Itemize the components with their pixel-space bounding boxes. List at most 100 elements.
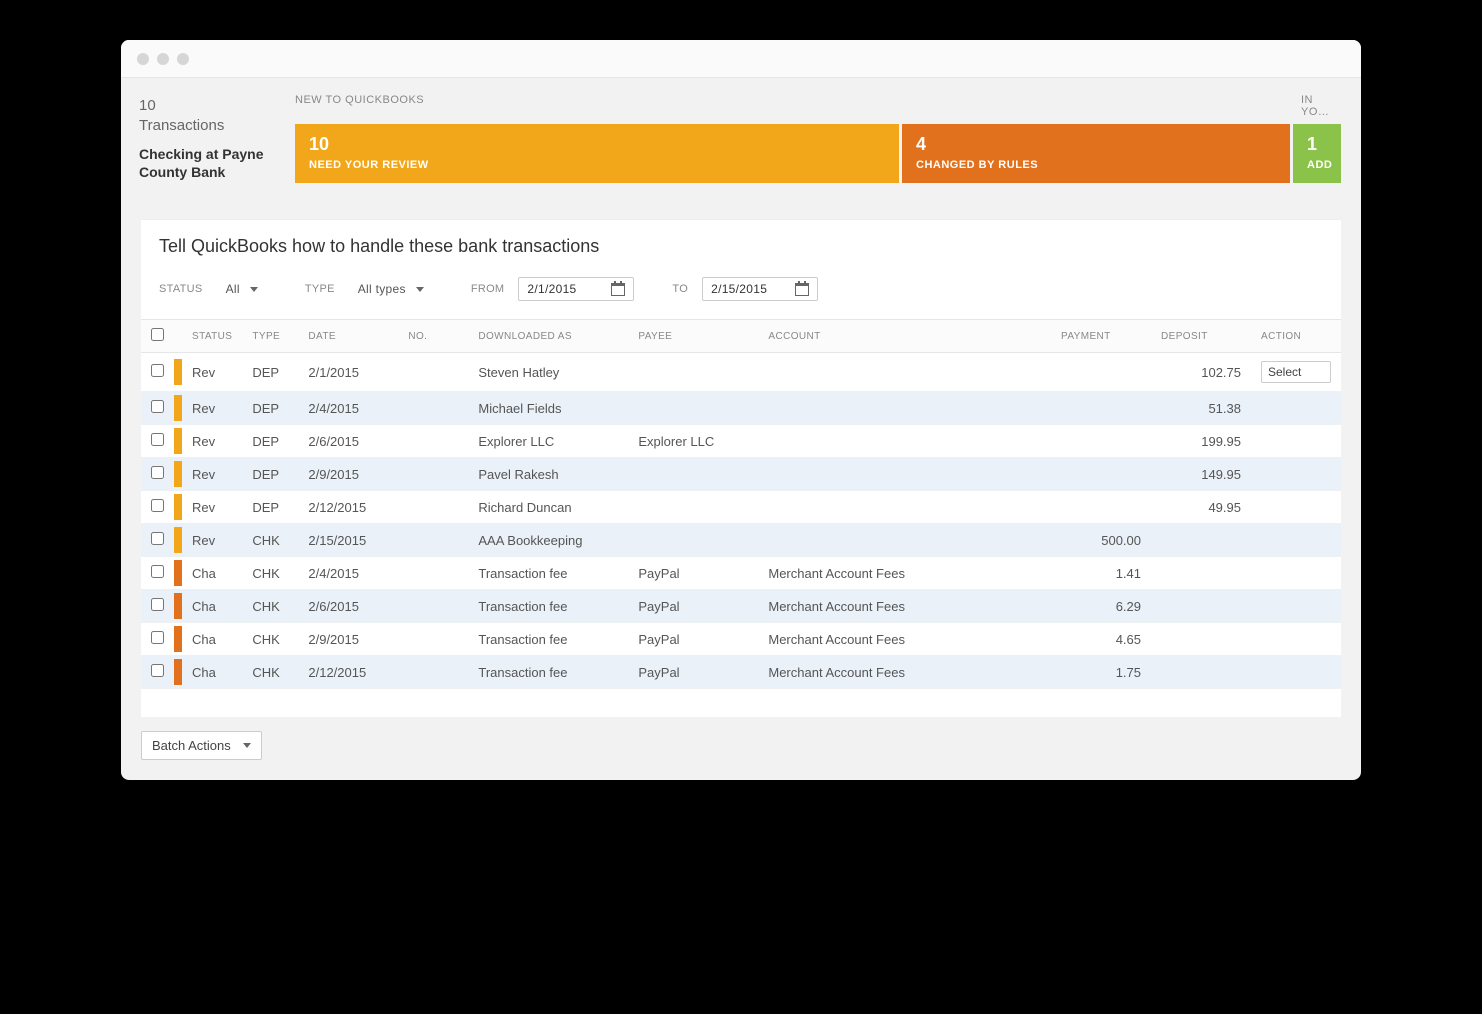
cell-action bbox=[1251, 491, 1341, 524]
cell-downloaded-as: Transaction fee bbox=[468, 557, 628, 590]
col-type[interactable]: TYPE bbox=[242, 320, 298, 353]
table-row[interactable]: RevDEP2/1/2015Steven Hatley102.75Select bbox=[141, 353, 1341, 392]
cell-type: CHK bbox=[242, 524, 298, 557]
cell-payee bbox=[628, 353, 758, 392]
cell-payee: Explorer LLC bbox=[628, 425, 758, 458]
col-date[interactable]: DATE bbox=[298, 320, 398, 353]
row-checkbox[interactable] bbox=[151, 565, 164, 578]
chevron-down-icon bbox=[250, 287, 258, 292]
col-action: ACTION bbox=[1251, 320, 1341, 353]
filter-type-select[interactable]: All types bbox=[349, 277, 433, 301]
col-payment[interactable]: PAYMENT bbox=[1051, 320, 1151, 353]
cell-status: Rev bbox=[182, 458, 242, 491]
cell-account: Merchant Account Fees bbox=[758, 590, 1051, 623]
table-row[interactable]: RevDEP2/9/2015Pavel Rakesh149.95 bbox=[141, 458, 1341, 491]
cell-downloaded-as: Transaction fee bbox=[468, 623, 628, 656]
row-checkbox[interactable] bbox=[151, 499, 164, 512]
cell-payee bbox=[628, 524, 758, 557]
status-color-bar bbox=[174, 461, 182, 487]
table-row[interactable]: RevCHK2/15/2015AAA Bookkeeping500.00 bbox=[141, 524, 1341, 557]
tab-add[interactable]: 1 ADD bbox=[1293, 124, 1341, 183]
col-deposit[interactable]: DEPOSIT bbox=[1151, 320, 1251, 353]
table-row[interactable]: ChaCHK2/4/2015Transaction feePayPalMerch… bbox=[141, 557, 1341, 590]
cell-downloaded-as: Transaction fee bbox=[468, 590, 628, 623]
cell-deposit bbox=[1151, 656, 1251, 689]
filter-to-date[interactable]: 2/15/2015 bbox=[702, 277, 818, 301]
cell-action bbox=[1251, 425, 1341, 458]
row-checkbox[interactable] bbox=[151, 400, 164, 413]
calendar-icon bbox=[611, 283, 625, 296]
cell-no bbox=[398, 524, 468, 557]
cell-deposit: 199.95 bbox=[1151, 425, 1251, 458]
cell-action bbox=[1251, 392, 1341, 425]
cell-payee bbox=[628, 491, 758, 524]
cell-payment bbox=[1051, 491, 1151, 524]
transaction-count-label: Transactions bbox=[139, 117, 224, 134]
row-checkbox[interactable] bbox=[151, 364, 164, 377]
tab-need-review[interactable]: 10 NEED YOUR REVIEW bbox=[295, 124, 899, 183]
cell-type: CHK bbox=[242, 656, 298, 689]
row-checkbox[interactable] bbox=[151, 664, 164, 677]
cell-date: 2/12/2015 bbox=[298, 491, 398, 524]
cell-account: Merchant Account Fees bbox=[758, 557, 1051, 590]
col-status[interactable]: STATUS bbox=[182, 320, 242, 353]
cell-action bbox=[1251, 623, 1341, 656]
cell-status: Cha bbox=[182, 656, 242, 689]
cell-downloaded-as: Steven Hatley bbox=[468, 353, 628, 392]
cell-payment: 1.41 bbox=[1051, 557, 1151, 590]
transaction-count-number: 10 bbox=[139, 97, 156, 114]
chevron-down-icon bbox=[243, 743, 251, 748]
row-checkbox[interactable] bbox=[151, 598, 164, 611]
cell-status: Cha bbox=[182, 557, 242, 590]
table-row[interactable]: RevDEP2/4/2015Michael Fields51.38 bbox=[141, 392, 1341, 425]
tab-add-label: ADD bbox=[1307, 159, 1327, 171]
cell-type: CHK bbox=[242, 590, 298, 623]
transaction-count: 10 Transactions bbox=[139, 96, 269, 135]
table-row[interactable]: RevDEP2/6/2015Explorer LLCExplorer LLC19… bbox=[141, 425, 1341, 458]
col-payee[interactable]: PAYEE bbox=[628, 320, 758, 353]
window-minimize-icon[interactable] bbox=[157, 53, 169, 65]
cell-deposit: 102.75 bbox=[1151, 353, 1251, 392]
cell-payment bbox=[1051, 392, 1151, 425]
filter-type-value: All types bbox=[358, 282, 406, 296]
table-row[interactable]: RevDEP2/12/2015Richard Duncan49.95 bbox=[141, 491, 1341, 524]
app-window: 10 Transactions Checking at Payne County… bbox=[121, 40, 1361, 780]
tab-add-count: 1 bbox=[1307, 134, 1327, 155]
batch-actions-label: Batch Actions bbox=[152, 738, 231, 753]
filter-status-select[interactable]: All bbox=[217, 277, 267, 301]
cell-action bbox=[1251, 590, 1341, 623]
row-checkbox[interactable] bbox=[151, 466, 164, 479]
window-close-icon[interactable] bbox=[137, 53, 149, 65]
col-account[interactable]: ACCOUNT bbox=[758, 320, 1051, 353]
cell-type: DEP bbox=[242, 425, 298, 458]
filter-to-value: 2/15/2015 bbox=[711, 282, 767, 296]
cell-no bbox=[398, 557, 468, 590]
table-row[interactable]: ChaCHK2/9/2015Transaction feePayPalMerch… bbox=[141, 623, 1341, 656]
cell-status: Rev bbox=[182, 353, 242, 392]
col-no[interactable]: NO. bbox=[398, 320, 468, 353]
col-downloaded-as[interactable]: DOWNLOADED AS bbox=[468, 320, 628, 353]
status-tabs-labels: NEW TO QUICKBOOKS IN YO… bbox=[295, 94, 1341, 118]
row-checkbox[interactable] bbox=[151, 631, 164, 644]
transactions-panel: Tell QuickBooks how to handle these bank… bbox=[141, 219, 1341, 717]
cell-type: CHK bbox=[242, 557, 298, 590]
cell-downloaded-as: Michael Fields bbox=[468, 392, 628, 425]
table-row[interactable]: ChaCHK2/6/2015Transaction feePayPalMerch… bbox=[141, 590, 1341, 623]
filter-status-value: All bbox=[226, 282, 240, 296]
cell-no bbox=[398, 656, 468, 689]
select-all-checkbox[interactable] bbox=[151, 328, 164, 341]
table-row[interactable]: ChaCHK2/12/2015Transaction feePayPalMerc… bbox=[141, 656, 1341, 689]
tab-need-review-count: 10 bbox=[309, 134, 885, 155]
cell-status: Cha bbox=[182, 623, 242, 656]
filter-from-date[interactable]: 2/1/2015 bbox=[518, 277, 634, 301]
cell-payee bbox=[628, 392, 758, 425]
row-checkbox[interactable] bbox=[151, 433, 164, 446]
row-action-select[interactable]: Select bbox=[1261, 361, 1331, 383]
cell-deposit: 51.38 bbox=[1151, 392, 1251, 425]
cell-account: Merchant Account Fees bbox=[758, 656, 1051, 689]
window-zoom-icon[interactable] bbox=[177, 53, 189, 65]
batch-actions-dropdown[interactable]: Batch Actions bbox=[141, 731, 262, 760]
tab-changed-by-rules[interactable]: 4 CHANGED BY RULES bbox=[902, 124, 1290, 183]
cell-no bbox=[398, 425, 468, 458]
row-checkbox[interactable] bbox=[151, 532, 164, 545]
